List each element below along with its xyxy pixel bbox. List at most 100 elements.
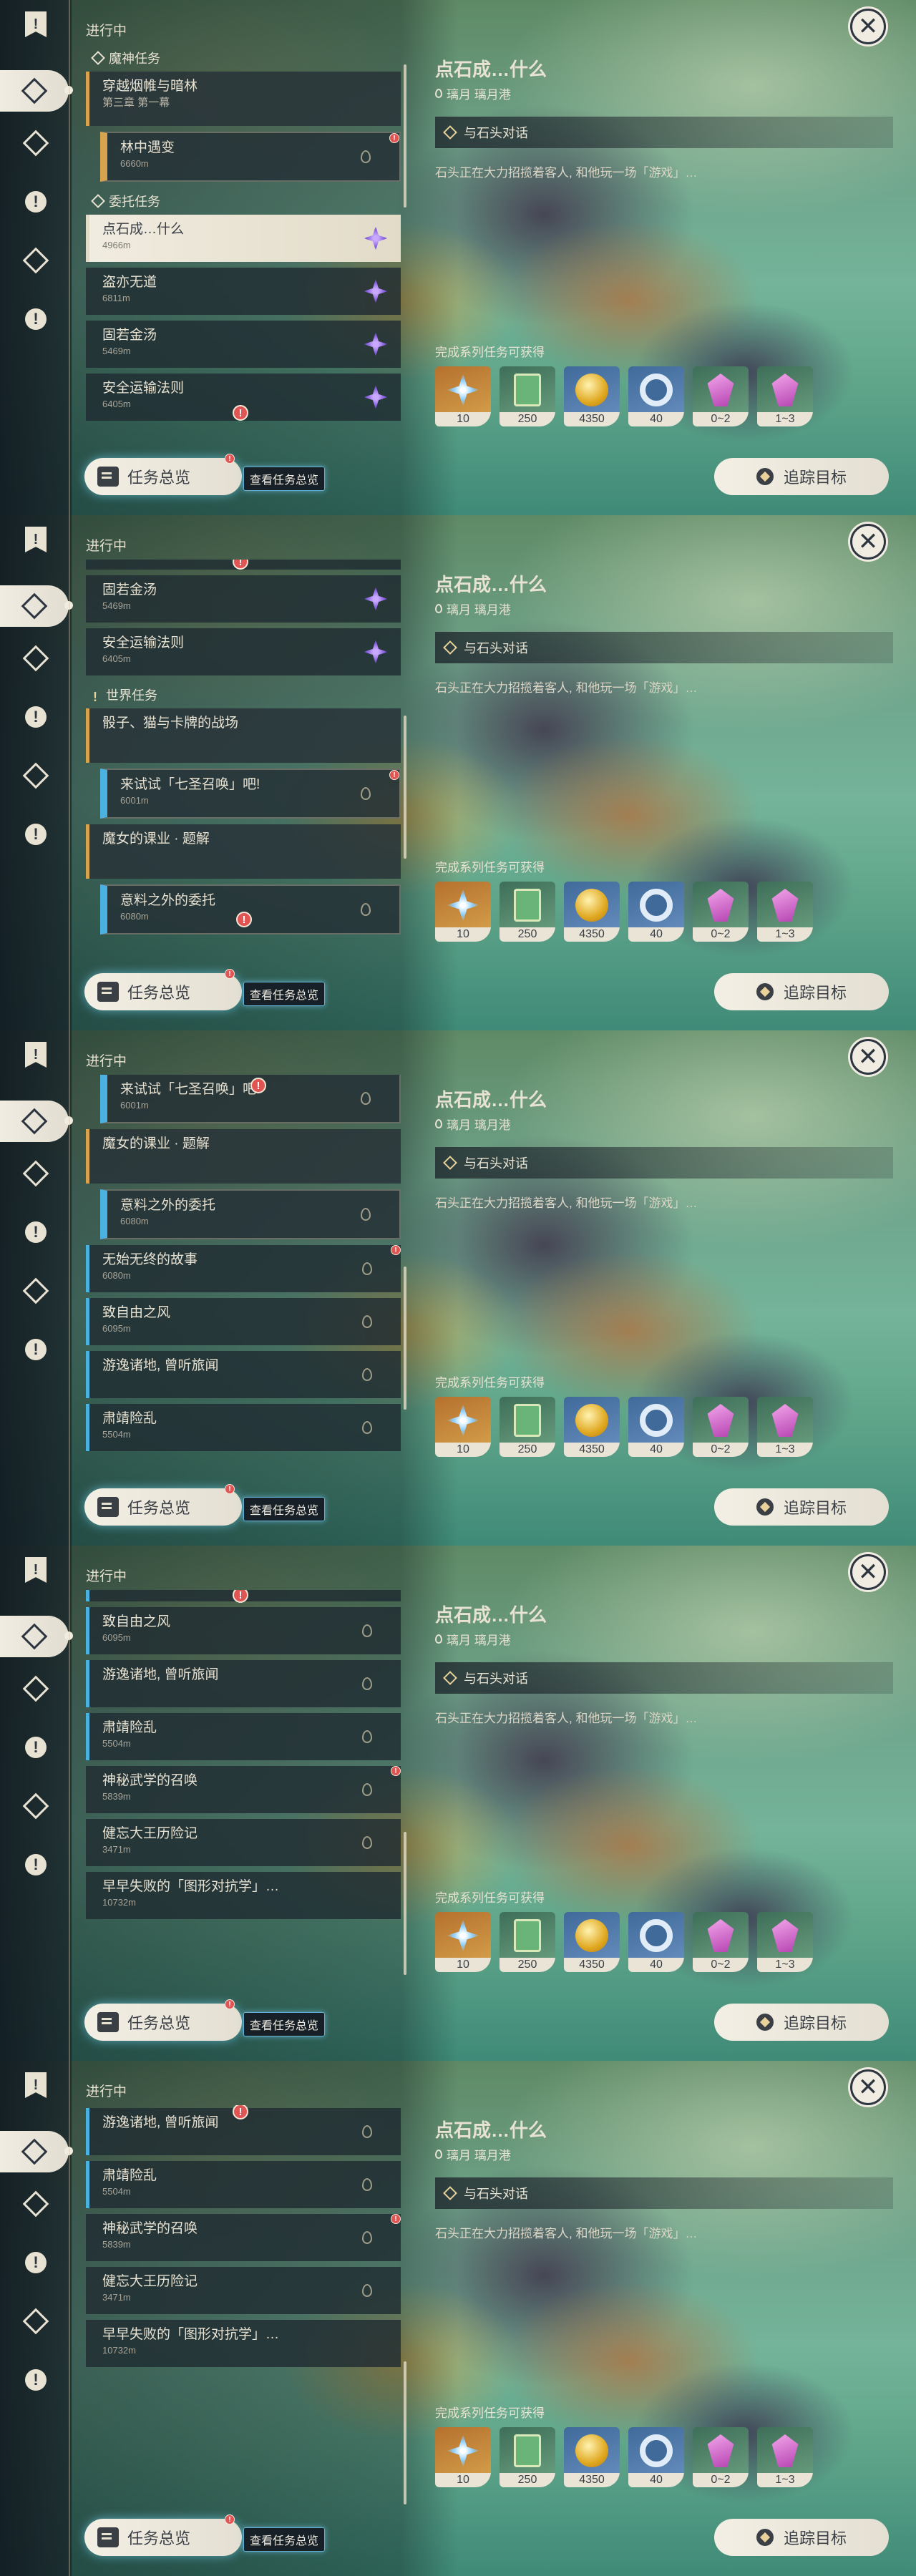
reward-crystal-cluster[interactable]: 1~3 bbox=[757, 882, 813, 942]
event-quest-tab[interactable]: ! bbox=[21, 305, 50, 333]
event-quest-tab[interactable]: ! bbox=[21, 820, 50, 849]
quest-item-tcg[interactable]: 来试试「七圣召唤」吧! 6001m! bbox=[100, 1075, 401, 1123]
quest-item-golden[interactable]: 固若金汤 5469m bbox=[86, 575, 401, 623]
list-scrollbar[interactable] bbox=[404, 716, 406, 859]
all-quests-tab[interactable] bbox=[0, 70, 73, 112]
quest-item-unexpected[interactable]: 意料之外的委托 6080m bbox=[100, 1189, 401, 1239]
world-quest-tab[interactable]: ! bbox=[21, 2248, 50, 2277]
world-quest-tab[interactable]: ! bbox=[21, 1733, 50, 1762]
all-quests-tab[interactable] bbox=[0, 1101, 73, 1142]
reward-crystal-chunk[interactable]: 0~2 bbox=[693, 1912, 749, 1972]
quest-item-unexpected[interactable]: 意料之外的委托 6080m! bbox=[100, 884, 401, 935]
quest-list[interactable]: 魔神任务 穿越烟帷与暗林 第三章 第一幕 林中遇变 6660m! 委托任务 点石成…… bbox=[86, 44, 401, 442]
reward-primogem[interactable]: 10 bbox=[435, 1912, 491, 1972]
world-quest-tab[interactable]: ! bbox=[21, 703, 50, 731]
reward-crystal-chunk[interactable]: 0~2 bbox=[693, 366, 749, 426]
all-quests-tab[interactable] bbox=[0, 2131, 73, 2172]
world-quest-tab[interactable]: ! bbox=[21, 1218, 50, 1246]
list-scrollbar[interactable] bbox=[404, 64, 406, 208]
quest-item-pacify[interactable]: 肃靖险乱 5504m bbox=[86, 1404, 401, 1451]
quest-item-stone[interactable]: 点石成…什么 4966m bbox=[86, 215, 401, 262]
quest-flag-icon[interactable]: ! bbox=[21, 525, 50, 554]
track-objective-button[interactable]: 追踪目标 bbox=[714, 1488, 889, 1526]
quest-group-witch[interactable]: 魔女的课业 · 题解 bbox=[86, 824, 401, 879]
quest-item-wander[interactable]: 游逸诸地, 曾听旅闻 bbox=[86, 1660, 401, 1707]
event-quest-tab[interactable]: ! bbox=[21, 1850, 50, 1879]
quest-item-forgotten[interactable]: 健忘大王历险记 3471m bbox=[86, 2267, 401, 2314]
quest-list[interactable]: 游逸诸地, 曾听旅闻! 肃靖险乱 5504m 神秘武学的召唤 5839m! 健忘大王… bbox=[86, 2105, 401, 2503]
quest-list[interactable]: 来试试「七圣召唤」吧! 6001m! 魔女的课业 · 题解 意料之外的委托 6080… bbox=[86, 1075, 401, 1473]
reward-primogem[interactable]: 10 bbox=[435, 2427, 491, 2487]
reward-crystal-cluster[interactable]: 1~3 bbox=[757, 2427, 813, 2487]
close-button[interactable]: ✕ bbox=[850, 1554, 886, 1590]
quest-item-tcg[interactable]: 来试试「七圣召唤」吧! 6001m! bbox=[100, 769, 401, 819]
quest-item-pacify[interactable]: 肃靖险乱 5504m bbox=[86, 1713, 401, 1760]
track-objective-button[interactable]: 追踪目标 bbox=[714, 973, 889, 1010]
quest-item-endless[interactable]: 无始无终的故事6080m! bbox=[86, 1245, 401, 1292]
quest-item-golden[interactable]: 固若金汤 5469m bbox=[86, 321, 401, 368]
quest-group-witch[interactable]: 魔女的课业 · 题解 bbox=[86, 1129, 401, 1184]
reward-mora[interactable]: 4350 bbox=[564, 1397, 620, 1457]
reward-crystal-cluster[interactable]: 1~3 bbox=[757, 1912, 813, 1972]
reward-mora[interactable]: 4350 bbox=[564, 366, 620, 426]
quest-list[interactable]: 无始无终的故事6080m! 致自由之风6095m 游逸诸地, 曾听旅闻 肃靖险乱… bbox=[86, 1590, 401, 1988]
quest-flag-icon[interactable]: ! bbox=[21, 1556, 50, 1584]
reward-adventure-exp[interactable]: 250 bbox=[500, 882, 555, 942]
quest-list[interactable]: 盗亦无道6811m! 固若金汤5469m 安全运输法则6405m !世界任务 骰… bbox=[86, 560, 401, 957]
commission-quest-tab[interactable] bbox=[21, 246, 50, 275]
reward-companionship-exp[interactable]: 40 bbox=[628, 2427, 684, 2487]
archon-quest-tab[interactable] bbox=[21, 1159, 50, 1188]
quest-item-forest[interactable]: 林中遇变 6660m! bbox=[100, 132, 401, 182]
close-button[interactable]: ✕ bbox=[850, 1039, 886, 1075]
quest-flag-icon[interactable]: ! bbox=[21, 1040, 50, 1069]
quest-item-wander[interactable]: 游逸诸地, 曾听旅闻 bbox=[86, 1351, 401, 1398]
reward-adventure-exp[interactable]: 250 bbox=[500, 1912, 555, 1972]
reward-crystal-cluster[interactable]: 1~3 bbox=[757, 366, 813, 426]
event-quest-tab[interactable]: ! bbox=[21, 2366, 50, 2394]
archon-quest-tab[interactable] bbox=[21, 1674, 50, 1703]
track-objective-button[interactable]: 追踪目标 bbox=[714, 2519, 889, 2556]
reward-companionship-exp[interactable]: 40 bbox=[628, 366, 684, 426]
quest-item-martial[interactable]: 神秘武学的召唤 5839m! bbox=[86, 2214, 401, 2261]
archon-quest-tab[interactable] bbox=[21, 2190, 50, 2218]
quest-item-premature[interactable]: 早早失败的「图形对抗学」… 10732m bbox=[86, 1872, 401, 1919]
quest-group-archon[interactable]: 穿越烟帷与暗林 第三章 第一幕 bbox=[86, 72, 401, 126]
commission-quest-tab[interactable] bbox=[21, 2307, 50, 2336]
quest-overview-button[interactable]: 任务总览! bbox=[84, 454, 242, 495]
commission-quest-tab[interactable] bbox=[21, 1792, 50, 1820]
list-scrollbar[interactable] bbox=[404, 1267, 406, 1410]
quest-item-wind[interactable]: 致自由之风 6095m bbox=[86, 1298, 401, 1345]
all-quests-tab[interactable] bbox=[0, 1616, 73, 1657]
quest-item-endless[interactable]: 无始无终的故事6080m! bbox=[86, 1590, 401, 1603]
reward-companionship-exp[interactable]: 40 bbox=[628, 1912, 684, 1972]
reward-primogem[interactable]: 10 bbox=[435, 882, 491, 942]
reward-primogem[interactable]: 10 bbox=[435, 366, 491, 426]
reward-adventure-exp[interactable]: 250 bbox=[500, 2427, 555, 2487]
reward-companionship-exp[interactable]: 40 bbox=[628, 1397, 684, 1457]
quest-item-safety[interactable]: 安全运输法则 6405m! bbox=[86, 374, 401, 421]
reward-primogem[interactable]: 10 bbox=[435, 1397, 491, 1457]
quest-overview-button[interactable]: 任务总览! bbox=[84, 969, 242, 1010]
quest-item-wander[interactable]: 游逸诸地, 曾听旅闻! bbox=[86, 2105, 401, 2155]
reward-companionship-exp[interactable]: 40 bbox=[628, 882, 684, 942]
quest-item-safety[interactable]: 安全运输法则 6405m bbox=[86, 628, 401, 675]
list-scrollbar[interactable] bbox=[404, 2361, 406, 2504]
commission-quest-tab[interactable] bbox=[21, 1277, 50, 1305]
quest-item-wind[interactable]: 致自由之风 6095m bbox=[86, 1607, 401, 1654]
quest-item-thief[interactable]: 盗亦无道6811m! bbox=[86, 560, 401, 570]
quest-item-forgotten[interactable]: 健忘大王历险记 3471m bbox=[86, 1819, 401, 1866]
reward-mora[interactable]: 4350 bbox=[564, 882, 620, 942]
quest-overview-button[interactable]: 任务总览! bbox=[84, 1999, 242, 2041]
reward-crystal-chunk[interactable]: 0~2 bbox=[693, 2427, 749, 2487]
track-objective-button[interactable]: 追踪目标 bbox=[714, 2004, 889, 2041]
all-quests-tab[interactable] bbox=[0, 585, 73, 627]
close-button[interactable]: ✕ bbox=[850, 524, 886, 560]
reward-crystal-chunk[interactable]: 0~2 bbox=[693, 1397, 749, 1457]
reward-adventure-exp[interactable]: 250 bbox=[500, 1397, 555, 1457]
quest-item-premature[interactable]: 早早失败的「图形对抗学」… 10732m bbox=[86, 2320, 401, 2367]
reward-mora[interactable]: 4350 bbox=[564, 2427, 620, 2487]
archon-quest-tab[interactable] bbox=[21, 129, 50, 157]
quest-overview-button[interactable]: 任务总览! bbox=[84, 2514, 242, 2556]
track-objective-button[interactable]: 追踪目标 bbox=[714, 458, 889, 495]
close-button[interactable]: ✕ bbox=[850, 2069, 886, 2105]
